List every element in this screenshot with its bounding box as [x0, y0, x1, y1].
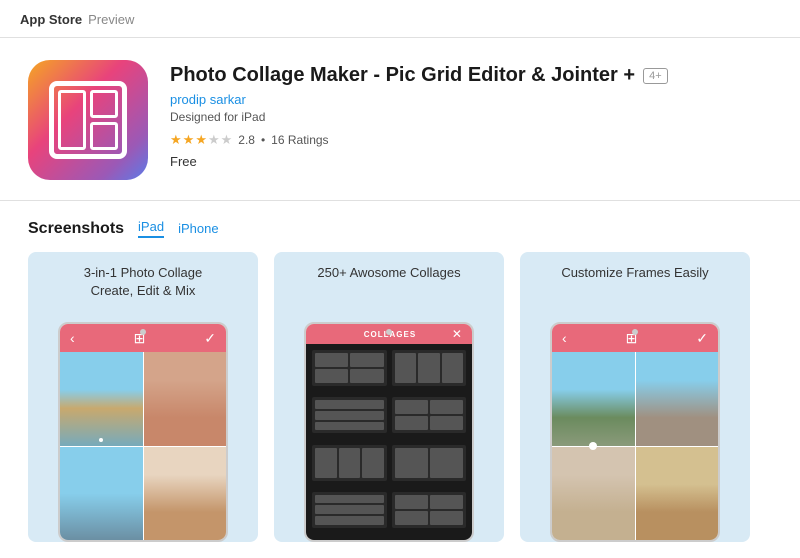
cell: [315, 411, 384, 420]
cell: [315, 495, 384, 504]
template-5: [312, 445, 387, 481]
tablet-frame-3: ‹ ⊞ ✓: [550, 322, 720, 542]
star-1: ★: [170, 132, 182, 148]
app-details: Photo Collage Maker - Pic Grid Editor & …: [170, 60, 772, 180]
star-4: ★: [208, 132, 220, 148]
screenshot-caption-1: 3-in-1 Photo CollageCreate, Edit & Mix: [74, 264, 213, 300]
tablet-notch-3: [632, 329, 638, 335]
cell: [362, 448, 384, 478]
screen3-photos: [552, 352, 718, 540]
template-6: [392, 445, 467, 481]
tablet-notch-2: [386, 329, 392, 335]
app-info-section: Photo Collage Maker - Pic Grid Editor & …: [0, 38, 800, 201]
app-designed-for: Designed for iPad: [170, 110, 772, 124]
cell: [418, 353, 440, 383]
star-3: ★: [195, 132, 207, 148]
cell: [442, 353, 464, 383]
screenshots-section: Screenshots iPad iPhone 3-in-1 Photo Col…: [0, 201, 800, 542]
app-icon: [28, 60, 148, 180]
collage-grid: [306, 344, 472, 540]
screen1-photos: [60, 352, 226, 540]
cell: [430, 400, 463, 414]
app-title: Photo Collage Maker - Pic Grid Editor & …: [170, 64, 635, 87]
cell: [430, 495, 463, 509]
cell: [350, 353, 383, 367]
photo-selfie: [144, 352, 227, 446]
cell: [315, 400, 384, 409]
template-1: [312, 350, 387, 386]
tablet-frame-1: ‹ ⊞ ✓: [58, 322, 228, 542]
check-icon-3: ✓: [696, 330, 708, 347]
cell: [395, 495, 428, 509]
tab-ipad[interactable]: iPad: [138, 219, 164, 238]
screenshot-card-2: 250+ Awosome Collages COLLAGES ✕: [274, 252, 504, 542]
age-badge: 4+: [643, 68, 668, 84]
app-price: Free: [170, 154, 772, 169]
cell: [430, 511, 463, 525]
dot-indicator: [99, 438, 103, 442]
close-icon: ✕: [452, 327, 462, 341]
cell: [395, 416, 428, 430]
cell: [315, 516, 384, 525]
rating-count: •: [261, 133, 265, 147]
cell: [315, 422, 384, 431]
star-2: ★: [183, 132, 195, 148]
cell: [315, 505, 384, 514]
appstore-label: App Store: [20, 12, 82, 27]
cell: [430, 448, 463, 478]
screenshot-card-1: 3-in-1 Photo CollageCreate, Edit & Mix ‹…: [28, 252, 258, 542]
app-developer[interactable]: prodip sarkar: [170, 92, 772, 107]
template-4: [392, 397, 467, 433]
photo-city: [60, 447, 143, 541]
star-5: ★: [221, 132, 233, 148]
screenshots-title: Screenshots: [28, 220, 124, 238]
check-icon: ✓: [204, 330, 216, 347]
cell: [395, 400, 428, 414]
photo-statue: [636, 447, 719, 541]
photo-beach: [60, 352, 143, 446]
cell: [395, 353, 417, 383]
photo-people: [552, 447, 635, 541]
photo-eiffel: [552, 352, 635, 446]
cell: [339, 448, 361, 478]
rating-count-label: 16 Ratings: [271, 133, 328, 147]
resize-handle: [589, 442, 597, 450]
back-chevron-icon: ‹: [70, 330, 75, 346]
tablet-frame-2: COLLAGES ✕: [304, 322, 474, 542]
app-store-header: App Store Preview: [0, 0, 800, 38]
photo-couple: [144, 447, 227, 541]
tablet-notch-1: [140, 329, 146, 335]
cell: [350, 369, 383, 383]
cell: [315, 369, 348, 383]
template-3: [312, 397, 387, 433]
cell: [395, 511, 428, 525]
cell: [430, 416, 463, 430]
template-7: [312, 492, 387, 528]
photo-bridge: [636, 352, 719, 446]
screenshots-row: 3-in-1 Photo CollageCreate, Edit & Mix ‹…: [28, 252, 772, 542]
rating-row: ★ ★ ★ ★ ★ 2.8 • 16 Ratings: [170, 132, 772, 148]
cell: [395, 448, 428, 478]
tab-iphone[interactable]: iPhone: [178, 221, 218, 236]
template-2: [392, 350, 467, 386]
screenshot-caption-2: 250+ Awosome Collages: [307, 264, 470, 282]
cell: [315, 448, 337, 478]
back-chevron-icon-3: ‹: [562, 330, 567, 346]
preview-label: Preview: [88, 12, 134, 27]
screenshot-caption-3: Customize Frames Easily: [551, 264, 718, 282]
cell: [315, 353, 348, 367]
screenshots-header: Screenshots iPad iPhone: [28, 219, 772, 238]
template-8: [392, 492, 467, 528]
screenshot-card-3: Customize Frames Easily ‹ ⊞ ✓: [520, 252, 750, 542]
rating-score: 2.8: [238, 133, 255, 147]
star-rating: ★ ★ ★ ★ ★: [170, 132, 232, 148]
